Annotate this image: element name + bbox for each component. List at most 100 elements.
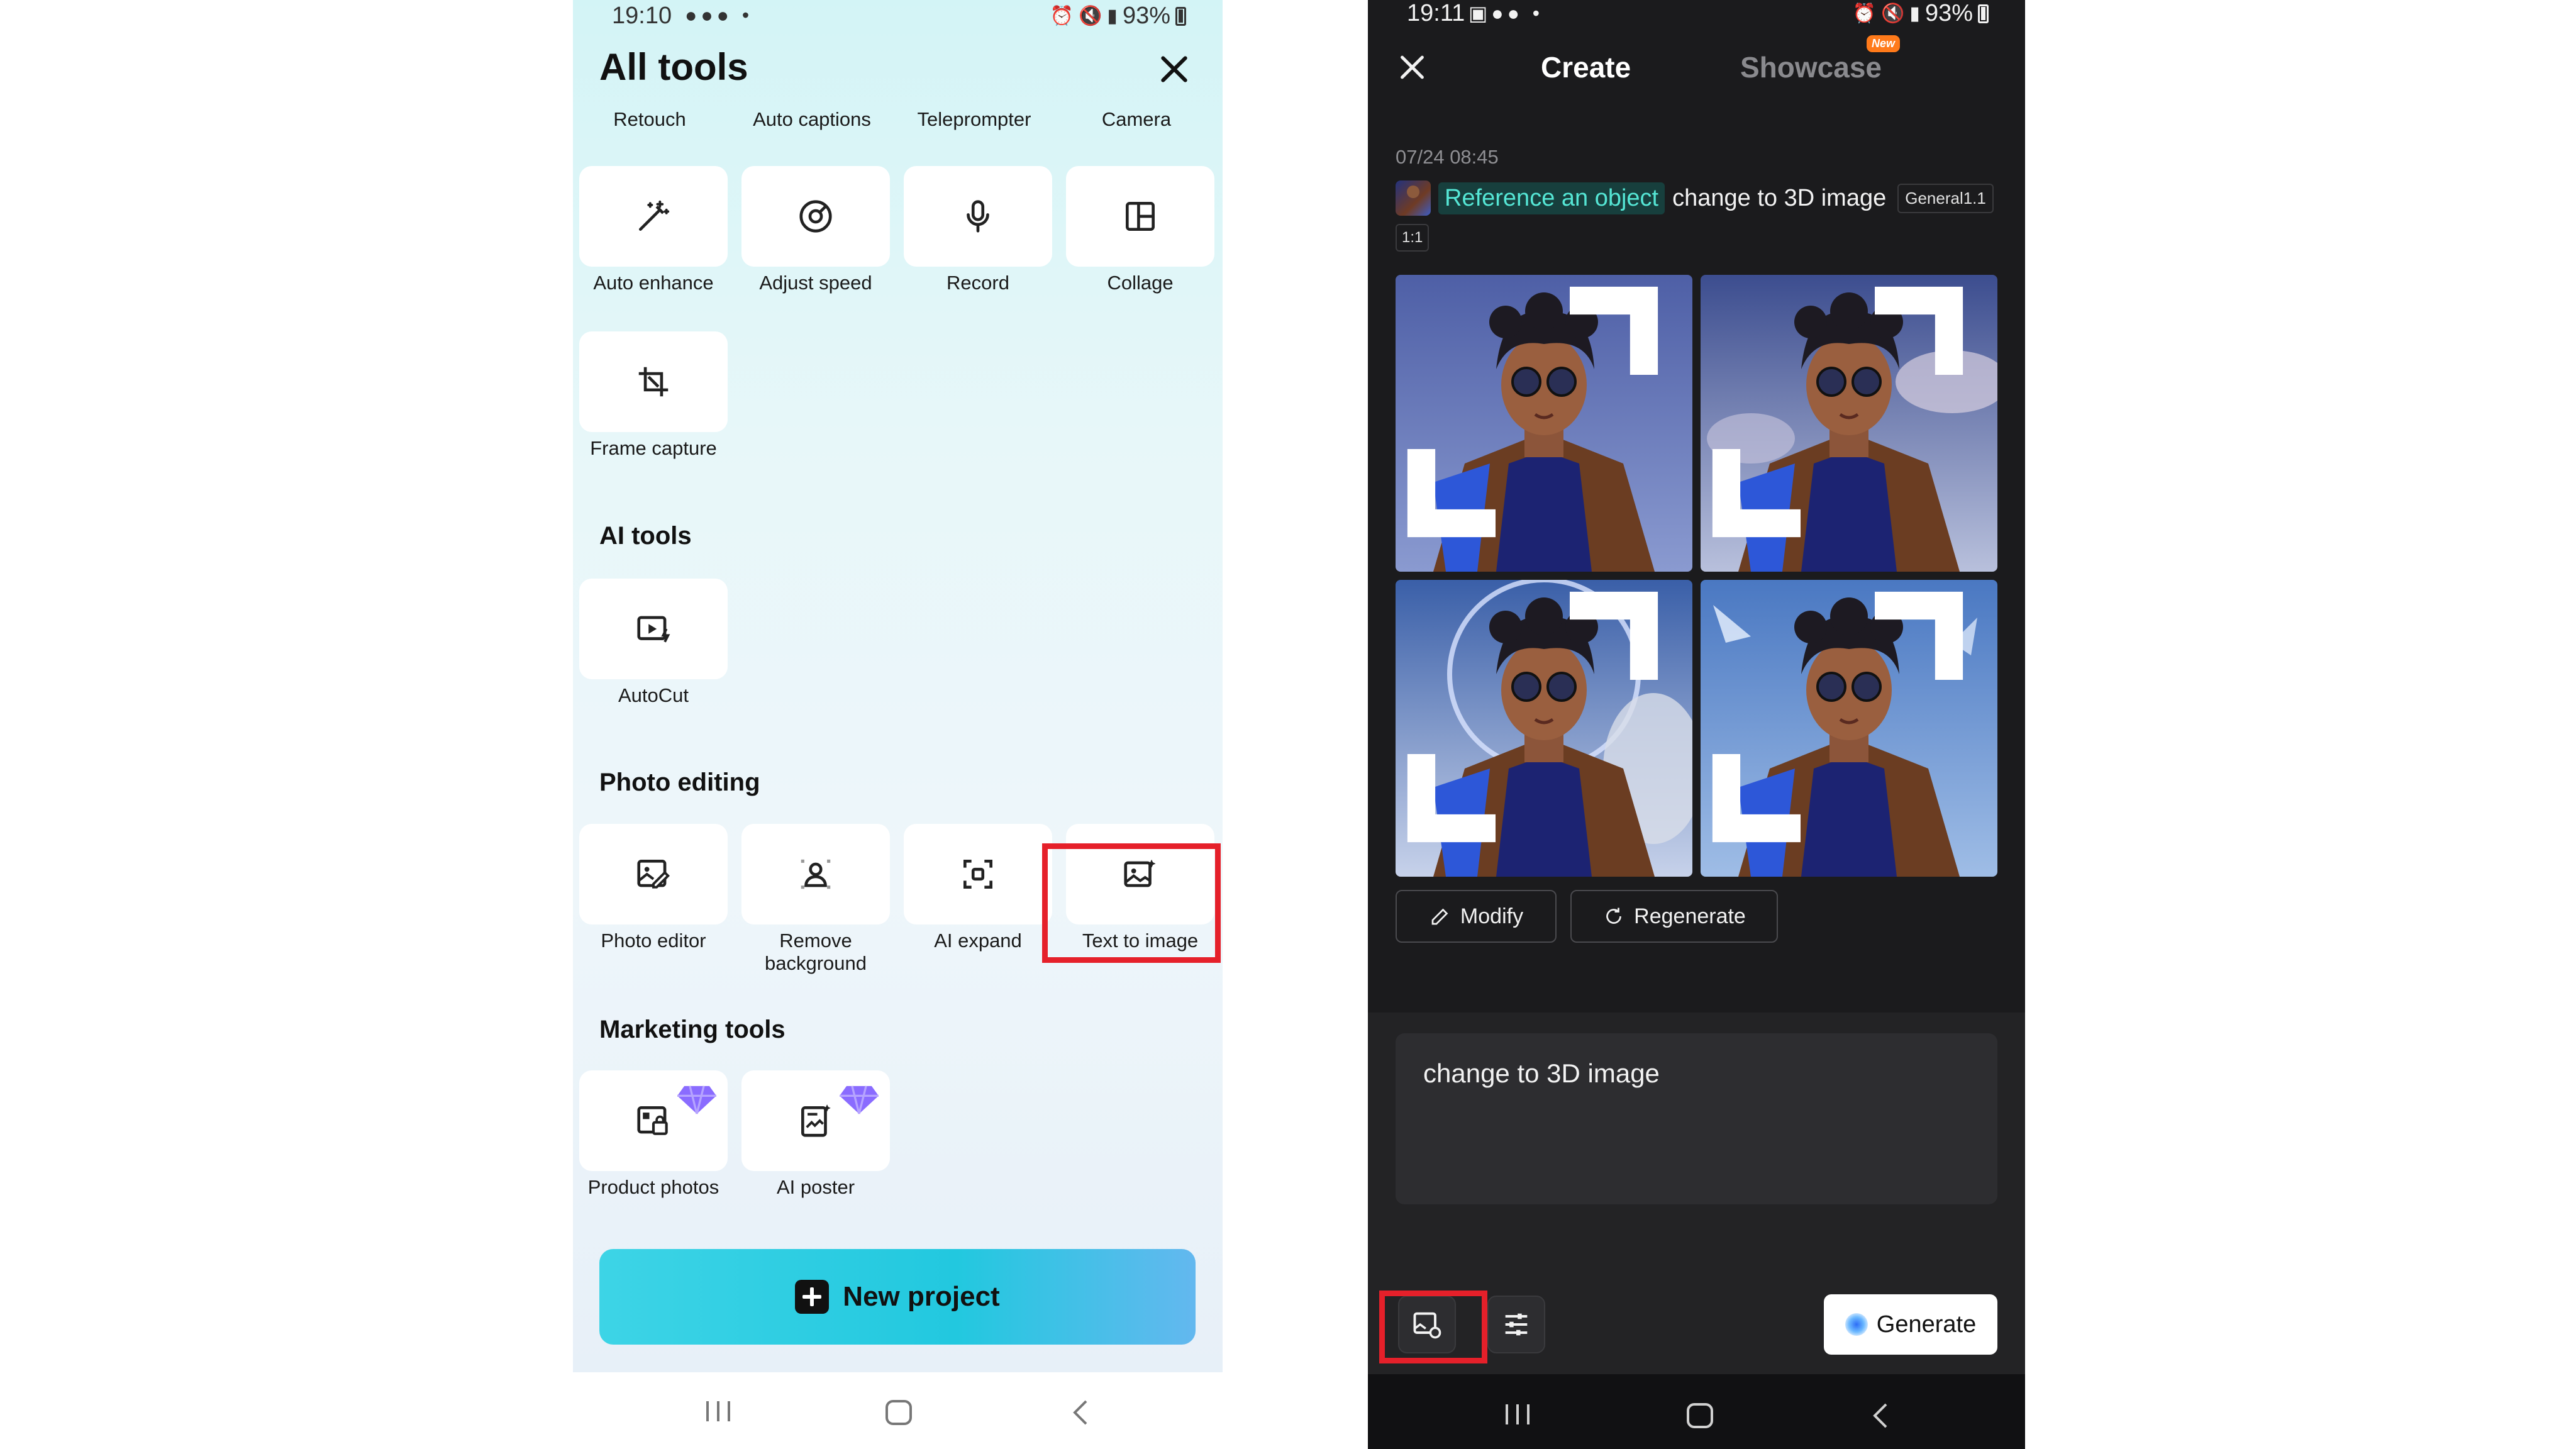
autocut-button[interactable] xyxy=(579,579,728,679)
mute-icon: 🔇 xyxy=(1079,6,1102,26)
new-badge: New xyxy=(1867,35,1901,52)
prompt-input[interactable]: change to 3D image xyxy=(1396,1033,1997,1204)
prompt-row: Reference an object change to 3D image G… xyxy=(1396,180,1994,216)
expand-focus-icon xyxy=(963,860,992,889)
battery-percent: 93% xyxy=(1924,0,1973,26)
status-time: 19:11 xyxy=(1407,0,1465,26)
status-right: ⏰ 🔇 ▮ 93% xyxy=(1853,0,1989,27)
expand-icon[interactable] xyxy=(1701,580,1986,865)
tool-label-camera[interactable]: Camera xyxy=(1062,108,1211,131)
battery-icon xyxy=(1978,4,1989,23)
tool-label: Record xyxy=(947,272,1009,294)
premium-gem-icon xyxy=(677,1085,716,1114)
sliders-icon xyxy=(1505,1313,1528,1336)
model-chip: General1.1 xyxy=(1897,183,1994,213)
tool-label-auto-captions[interactable]: Auto captions xyxy=(738,108,886,131)
photo-edit-icon xyxy=(637,860,670,889)
generated-image-4[interactable] xyxy=(1701,580,1997,877)
record-button[interactable] xyxy=(904,166,1052,267)
right-phone-screen: 19:11 ▣●● • ⏰ 🔇 ▮ 93% Create Showcase Ne… xyxy=(1368,0,2025,1449)
highlight-box-text-to-image xyxy=(1042,843,1221,963)
modify-button[interactable]: Modify xyxy=(1396,890,1557,943)
tool-label: Photo editor xyxy=(601,930,706,952)
reference-chip[interactable]: Reference an object xyxy=(1438,182,1665,214)
poster-icon xyxy=(801,1104,831,1137)
notification-icons: ●●● • xyxy=(685,4,753,26)
expand-icon[interactable] xyxy=(1396,580,1681,865)
adjust-speed-button[interactable] xyxy=(741,166,890,267)
regenerate-label: Regenerate xyxy=(1634,904,1746,928)
prompt-text: change to 3D image xyxy=(1672,184,1887,211)
tab-showcase[interactable]: Showcase xyxy=(1740,50,1882,84)
android-nav-bar xyxy=(573,1372,1223,1449)
section-title-photo-editing: Photo editing xyxy=(599,769,760,796)
auto-enhance-button[interactable] xyxy=(579,166,728,267)
section-title-ai-tools: AI tools xyxy=(599,522,692,550)
status-bar: 19:10 ●●● • ⏰ 🔇 ▮ 93% xyxy=(573,0,1223,35)
ratio-chip: 1:1 xyxy=(1396,224,1430,252)
close-icon[interactable] xyxy=(1397,52,1428,83)
settings-sliders-button[interactable] xyxy=(1487,1296,1545,1353)
tool-label: Adjust speed xyxy=(759,272,872,294)
tool-label: Frame capture xyxy=(590,437,717,459)
tool-label: AI poster xyxy=(776,1176,855,1198)
mute-icon: 🔇 xyxy=(1881,3,1905,24)
microphone-icon xyxy=(967,200,989,233)
generate-orb-icon xyxy=(1845,1313,1868,1336)
tool-label: AutoCut xyxy=(618,684,689,706)
collage-button[interactable] xyxy=(1066,166,1214,267)
reference-thumbnail[interactable] xyxy=(1396,180,1431,216)
speedometer-icon xyxy=(799,200,832,233)
premium-gem-icon xyxy=(840,1085,879,1114)
regenerate-button[interactable]: Regenerate xyxy=(1570,890,1778,943)
tool-label: AI expand xyxy=(934,930,1022,952)
status-time: 19:10 xyxy=(612,3,672,29)
generated-image-1[interactable] xyxy=(1396,275,1692,572)
tool-label-teleprompter[interactable]: Teleprompter xyxy=(900,108,1048,131)
generated-image-3[interactable] xyxy=(1396,580,1692,877)
autocut-icon xyxy=(637,616,670,643)
android-nav-bar xyxy=(1368,1374,2025,1449)
tool-label: Remove background xyxy=(764,930,867,974)
generate-button[interactable]: Generate xyxy=(1824,1294,1997,1355)
generate-label: Generate xyxy=(1876,1311,1977,1338)
magic-wand-icon xyxy=(639,200,670,231)
expand-icon[interactable] xyxy=(1396,275,1681,560)
tab-create[interactable]: Create xyxy=(1541,50,1631,84)
product-photo-icon xyxy=(637,1106,668,1135)
left-phone-screen: 19:10 ●●● • ⏰ 🔇 ▮ 93% All tools Retouch … xyxy=(573,0,1223,1449)
ai-expand-button[interactable] xyxy=(904,824,1052,924)
section-title-marketing-tools: Marketing tools xyxy=(599,1016,786,1043)
status-bar: 19:11 ▣●● • ⏰ 🔇 ▮ 93% xyxy=(1368,0,2025,30)
remove-background-button[interactable] xyxy=(741,824,890,924)
alarm-icon: ⏰ xyxy=(1852,3,1877,24)
home-icon[interactable] xyxy=(884,1399,913,1426)
tool-label-retouch[interactable]: Retouch xyxy=(575,108,724,131)
generated-image-2[interactable] xyxy=(1701,275,1997,572)
refresh-icon xyxy=(1606,908,1622,924)
battery-icon xyxy=(1175,6,1186,26)
signal-icon: ▮ xyxy=(1107,6,1118,26)
recent-apps-icon[interactable] xyxy=(704,1399,733,1424)
collage-icon xyxy=(1126,202,1155,231)
product-photos-button[interactable] xyxy=(579,1070,728,1171)
timestamp: 07/24 08:45 xyxy=(1396,146,1499,168)
tool-label: Collage xyxy=(1107,272,1174,294)
expand-icon[interactable] xyxy=(1701,275,1986,560)
status-right: ⏰ 🔇 ▮ 93% xyxy=(1050,3,1186,30)
new-project-button[interactable]: New project xyxy=(599,1249,1196,1345)
page-title: All tools xyxy=(599,46,748,88)
ai-poster-button[interactable] xyxy=(741,1070,890,1171)
modify-label: Modify xyxy=(1460,904,1524,928)
back-icon[interactable] xyxy=(1071,1399,1090,1426)
highlight-box-add-reference xyxy=(1379,1291,1487,1363)
home-icon[interactable] xyxy=(1685,1402,1714,1430)
photo-editor-button[interactable] xyxy=(579,824,728,924)
close-icon[interactable] xyxy=(1157,52,1192,87)
recent-apps-icon[interactable] xyxy=(1503,1402,1532,1427)
plus-icon xyxy=(795,1280,830,1314)
back-icon[interactable] xyxy=(1871,1402,1890,1430)
crop-frame-icon xyxy=(638,367,669,397)
frame-capture-button[interactable] xyxy=(579,331,728,432)
tool-label: Auto enhance xyxy=(593,272,714,294)
